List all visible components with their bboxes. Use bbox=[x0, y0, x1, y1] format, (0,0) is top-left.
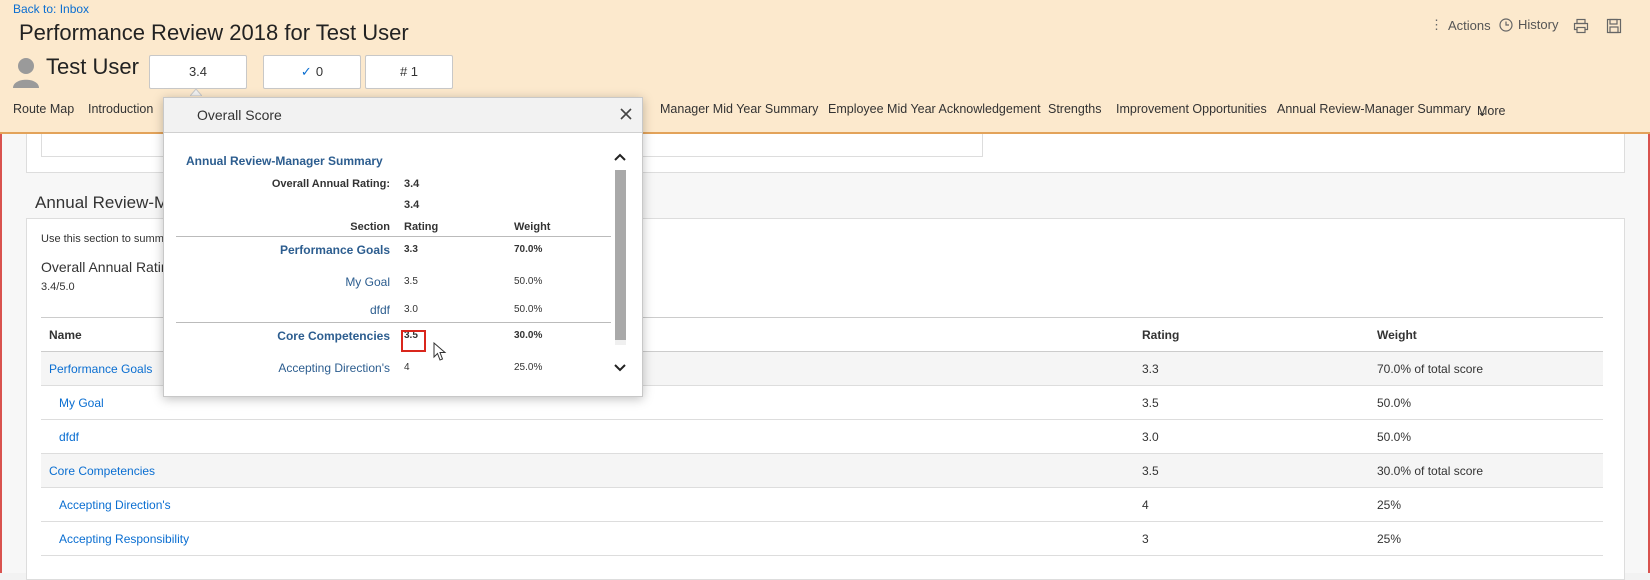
completed-count-box[interactable]: ✓ 0 bbox=[263, 55, 361, 89]
chevron-down-icon: ⌄ bbox=[1477, 105, 1488, 119]
chevron-down-icon[interactable] bbox=[614, 363, 626, 373]
popover-overall-value-2: 3.4 bbox=[404, 199, 420, 211]
check-icon: ✓ bbox=[300, 64, 312, 79]
scrollbar-thumb[interactable] bbox=[615, 170, 626, 340]
section-title: Annual Review-Ma bbox=[35, 193, 178, 212]
history-label: History bbox=[1518, 17, 1559, 32]
row-rating: 3.5 bbox=[1134, 453, 1369, 488]
nav-item-employee-mid-year-acknowledgement[interactable]: Employee Mid Year Acknowledgement bbox=[828, 102, 1041, 116]
back-to-inbox-link[interactable]: Back to: Inbox bbox=[13, 2, 89, 16]
column-header-rating: Rating bbox=[1134, 317, 1369, 352]
actions-button[interactable]: ⋮ Actions bbox=[1430, 17, 1491, 33]
popover-divider bbox=[176, 322, 611, 323]
row-rating: 3.3 bbox=[1134, 351, 1369, 386]
rank-box[interactable]: # 1 bbox=[365, 55, 453, 89]
page-title: Performance Review 2018 for Test User bbox=[19, 20, 409, 45]
row-weight: 70.0% of total score bbox=[1369, 351, 1603, 386]
rank-value: # 1 bbox=[399, 64, 419, 79]
popover-row-weight: 50.0% bbox=[514, 304, 543, 315]
overall-score-value: 3.4 bbox=[188, 64, 208, 79]
table-row: Accepting Direction's 4 25% bbox=[41, 487, 1603, 522]
nav-item-route-map[interactable]: Route Map bbox=[13, 102, 74, 116]
row-weight: 50.0% bbox=[1369, 385, 1603, 420]
popover-overall-label: Overall Annual Rating: bbox=[271, 178, 390, 190]
row-name-link[interactable]: Accepting Direction's bbox=[41, 487, 1134, 522]
popover-column-section: Section bbox=[350, 221, 390, 233]
column-header-weight: Weight bbox=[1369, 317, 1603, 352]
clock-icon bbox=[1499, 17, 1513, 32]
print-icon[interactable] bbox=[1573, 18, 1589, 34]
row-weight: 25% bbox=[1369, 521, 1603, 556]
row-weight: 50.0% bbox=[1369, 419, 1603, 454]
popover-row-rating: 3.3 bbox=[404, 244, 418, 255]
popover-column-weight: Weight bbox=[514, 221, 551, 233]
mouse-cursor-icon bbox=[433, 342, 447, 361]
popover-overall-value: 3.4 bbox=[404, 178, 420, 190]
actions-label: Actions bbox=[1448, 17, 1491, 33]
nav-item-manager-mid-year-summary[interactable]: Manager Mid Year Summary bbox=[660, 102, 818, 116]
popover-row-name[interactable]: dfdf bbox=[370, 303, 390, 317]
popover-header: Overall Score bbox=[164, 98, 642, 133]
row-weight: 25% bbox=[1369, 487, 1603, 522]
table-row: Core Competencies 3.5 30.0% of total sco… bbox=[41, 453, 1603, 488]
popover-row-rating: 3.0 bbox=[404, 304, 418, 315]
nav-item-annual-review-manager-summary[interactable]: Annual Review-Manager Summary bbox=[1277, 102, 1471, 116]
row-weight: 30.0% of total score bbox=[1369, 453, 1603, 488]
popover-row-name[interactable]: Core Competencies bbox=[277, 329, 390, 343]
popover-caret bbox=[190, 88, 202, 96]
popover-title: Overall Score bbox=[197, 107, 282, 123]
popover-divider bbox=[176, 236, 611, 237]
row-name-link[interactable]: dfdf bbox=[41, 419, 1134, 454]
popover-column-rating: Rating bbox=[404, 221, 439, 233]
popover-section-title: Annual Review-Manager Summary bbox=[186, 154, 383, 168]
history-button[interactable]: History bbox=[1499, 17, 1558, 32]
popover-body: Annual Review-Manager Summary Overall An… bbox=[164, 133, 642, 396]
table-row: Accepting Responsibility 3 25% bbox=[41, 521, 1603, 556]
section-description: Use this section to summ bbox=[41, 233, 164, 245]
overall-rating-label: Overall Annual Ratin bbox=[41, 259, 169, 275]
table-row: dfdf 3.0 50.0% bbox=[41, 419, 1603, 454]
popover-row-weight: 30.0% bbox=[514, 330, 543, 341]
row-rating: 3 bbox=[1134, 521, 1369, 556]
popover-row-name[interactable]: Performance Goals bbox=[280, 243, 390, 257]
popover-row-rating: 3.5 bbox=[404, 276, 418, 287]
popover-row-rating: 4 bbox=[404, 362, 410, 373]
row-rating: 3.0 bbox=[1134, 419, 1369, 454]
popover-row-weight: 70.0% bbox=[514, 244, 543, 255]
save-icon[interactable] bbox=[1606, 18, 1622, 34]
more-vertical-icon: ⋮ bbox=[1430, 17, 1443, 32]
popover-row-name[interactable]: My Goal bbox=[345, 275, 390, 289]
highlight-box bbox=[401, 330, 426, 352]
close-icon[interactable] bbox=[619, 107, 633, 121]
overall-score-box[interactable]: 3.4 bbox=[149, 55, 247, 89]
overall-rating-value: 3.4/5.0 bbox=[41, 281, 75, 293]
row-name-link[interactable]: Accepting Responsibility bbox=[41, 521, 1134, 556]
chevron-up-icon[interactable] bbox=[614, 152, 626, 162]
popover-row-name[interactable]: Accepting Direction's bbox=[278, 361, 390, 375]
popover-row-weight: 50.0% bbox=[514, 276, 543, 287]
row-name-link[interactable]: Core Competencies bbox=[41, 453, 1134, 488]
row-rating: 4 bbox=[1134, 487, 1369, 522]
user-name: Test User bbox=[46, 54, 139, 79]
avatar-icon bbox=[13, 58, 39, 88]
nav-item-strengths[interactable]: Strengths bbox=[1048, 102, 1102, 116]
popover-row-weight: 25.0% bbox=[514, 362, 543, 373]
nav-item-introduction[interactable]: Introduction bbox=[88, 102, 153, 116]
nav-item-improvement-opportunities[interactable]: Improvement Opportunities bbox=[1116, 102, 1267, 116]
overall-score-popover: Overall Score Annual Review-Manager Summ… bbox=[163, 97, 643, 397]
row-rating: 3.5 bbox=[1134, 385, 1369, 420]
completed-count-value: 0 bbox=[315, 64, 324, 79]
